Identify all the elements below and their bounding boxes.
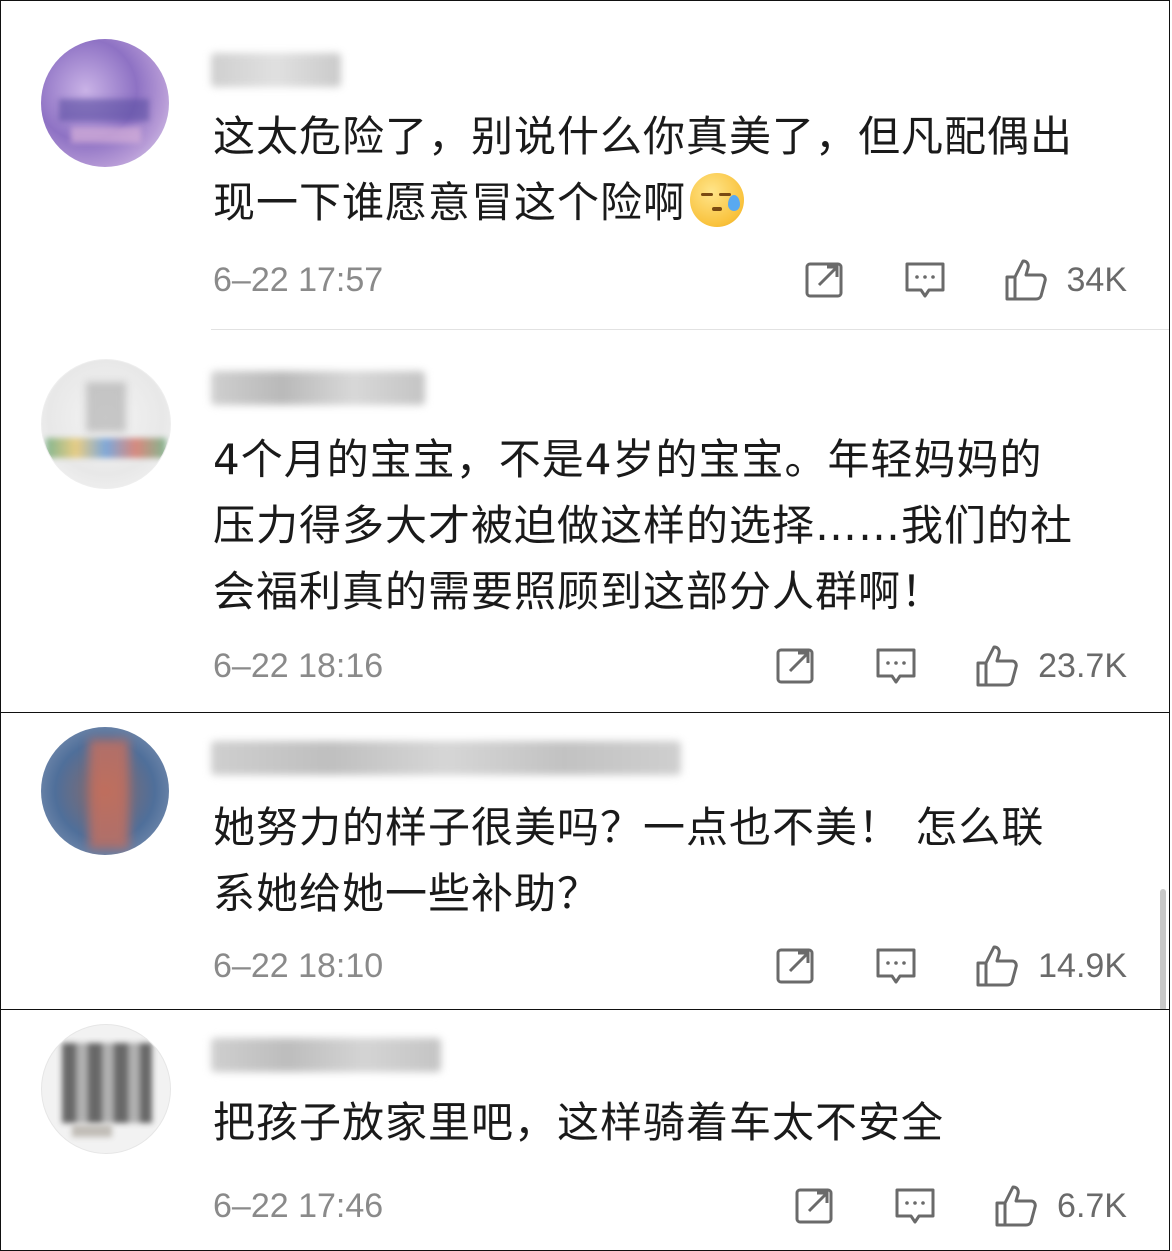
comment-panel-3: 把孩子放家里吧，这样骑着车太不安全 6–22 17:46 6.7K bbox=[0, 1009, 1170, 1251]
like-button[interactable]: 23.7K bbox=[974, 643, 1127, 689]
username[interactable] bbox=[211, 741, 681, 775]
comment-panel-1: 这太危险了，别说什么你真美了，但凡配偶出 现一下谁愿意冒这个险啊 6–22 17… bbox=[0, 0, 1170, 713]
comment-text-line: 这太危险了，别说什么你真美了，但凡配偶出 bbox=[213, 112, 1074, 161]
share-icon bbox=[795, 1188, 833, 1224]
comment-actions: 14.9K bbox=[774, 943, 1127, 989]
comment-text: 把孩子放家里吧，这样骑着车太不安全 bbox=[213, 1090, 1143, 1156]
comment-text-line: 压力得多大才被迫做这样的选择……我们的社 bbox=[213, 501, 1074, 550]
comment-text-line: 现一下谁愿意冒这个险啊 bbox=[213, 170, 1143, 236]
thumbs-up-icon bbox=[976, 945, 1018, 987]
comment-text-line: 会福利真的需要照顾到这部分人群啊！ bbox=[213, 567, 945, 616]
repost-button[interactable] bbox=[774, 644, 818, 688]
share-icon bbox=[776, 648, 814, 684]
share-icon bbox=[805, 262, 842, 298]
comment-text-line: 4个月的宝宝，不是4岁的宝宝。年轻妈妈的 bbox=[213, 435, 1043, 484]
timestamp: 6–22 18:10 bbox=[213, 947, 384, 985]
sleepy-sweat-emoji-icon bbox=[690, 173, 745, 227]
timestamp: 6–22 18:16 bbox=[213, 647, 384, 685]
comment-text: 这太危险了，别说什么你真美了，但凡配偶出 现一下谁愿意冒这个险啊 bbox=[213, 104, 1143, 236]
comment-actions: 23.7K bbox=[774, 643, 1127, 689]
thumbs-up-icon bbox=[995, 1185, 1037, 1227]
comment-icon bbox=[876, 648, 916, 684]
comment-text: 她努力的样子很美吗？一点也不美！ 怎么联 系她给她一些补助？ bbox=[213, 795, 1143, 927]
comment-text-line: 把孩子放家里吧，这样骑着车太不安全 bbox=[213, 1098, 945, 1147]
comment-text: 4个月的宝宝，不是4岁的宝宝。年轻妈妈的 压力得多大才被迫做这样的选择……我们的… bbox=[213, 427, 1143, 625]
comment-meta: 6–22 18:10 14.9K bbox=[213, 943, 1127, 989]
comment-button[interactable] bbox=[874, 944, 918, 988]
like-count: 34K bbox=[1066, 260, 1128, 299]
scrollbar[interactable] bbox=[1160, 889, 1166, 1011]
like-count: 6.7K bbox=[1057, 1186, 1127, 1225]
username[interactable] bbox=[211, 53, 341, 87]
avatar[interactable] bbox=[41, 39, 169, 167]
comment-button[interactable] bbox=[903, 258, 947, 302]
comment-button[interactable] bbox=[893, 1184, 937, 1228]
repost-button[interactable] bbox=[793, 1184, 837, 1228]
like-button[interactable]: 6.7K bbox=[993, 1183, 1127, 1229]
share-icon bbox=[776, 948, 814, 984]
like-count: 23.7K bbox=[1038, 646, 1127, 685]
avatar[interactable] bbox=[41, 727, 169, 855]
comment-meta: 6–22 17:57 34K bbox=[213, 257, 1127, 303]
avatar[interactable] bbox=[41, 359, 171, 489]
comment-text-line-content: 现一下谁愿意冒这个险啊 bbox=[213, 178, 687, 227]
comment-text-line: 系她给她一些补助？ bbox=[213, 869, 601, 918]
comment-actions: 34K bbox=[803, 257, 1128, 303]
repost-button[interactable] bbox=[803, 258, 847, 302]
comment-meta: 6–22 18:16 23.7K bbox=[213, 643, 1127, 689]
comment-panel-2: 她努力的样子很美吗？一点也不美！ 怎么联 系她给她一些补助？ 6–22 18:1… bbox=[0, 712, 1170, 1010]
thumbs-up-icon bbox=[976, 645, 1018, 687]
divider bbox=[211, 329, 1169, 330]
username[interactable] bbox=[211, 1038, 441, 1072]
like-button[interactable]: 14.9K bbox=[974, 943, 1127, 989]
timestamp: 6–22 17:57 bbox=[213, 261, 384, 299]
like-button[interactable]: 34K bbox=[1003, 257, 1128, 303]
thumbs-up-icon bbox=[1005, 259, 1047, 301]
comment-actions: 6.7K bbox=[793, 1183, 1127, 1229]
timestamp: 6–22 17:46 bbox=[213, 1187, 384, 1225]
comment-icon bbox=[895, 1188, 935, 1224]
comment-text-line: 她努力的样子很美吗？一点也不美！ 怎么联 bbox=[213, 803, 1045, 852]
comment-button[interactable] bbox=[874, 644, 918, 688]
comment-meta: 6–22 17:46 6.7K bbox=[213, 1183, 1127, 1229]
username[interactable] bbox=[211, 371, 425, 405]
avatar[interactable] bbox=[41, 1024, 171, 1154]
repost-button[interactable] bbox=[774, 944, 818, 988]
comment-icon bbox=[876, 948, 916, 984]
comment-icon bbox=[905, 262, 944, 298]
like-count: 14.9K bbox=[1038, 946, 1127, 985]
